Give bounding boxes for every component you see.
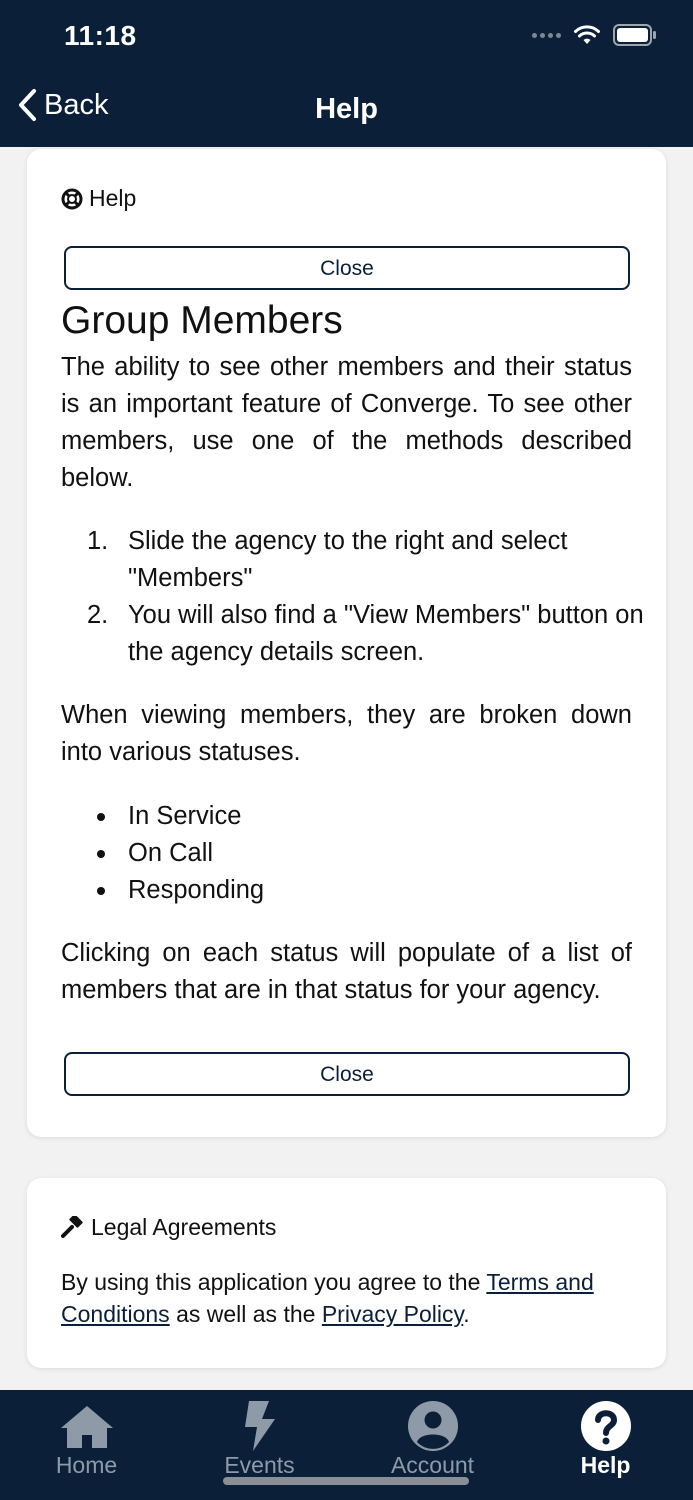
tab-account-label: Account bbox=[390, 1452, 475, 1478]
legal-text: By using this application you agree to t… bbox=[61, 1266, 641, 1330]
step-number: 2. bbox=[87, 601, 109, 629]
list-item: On Call bbox=[95, 835, 264, 872]
list-item: 2. You will also find a "View Members" b… bbox=[87, 597, 647, 671]
tab-help-label: Help bbox=[580, 1452, 631, 1478]
statuses-intro: When viewing members, they are broken do… bbox=[61, 701, 632, 766]
tab-help[interactable]: Help bbox=[519, 1390, 692, 1500]
privacy-link[interactable]: Privacy Policy bbox=[322, 1301, 463, 1327]
home-indicator bbox=[223, 1477, 469, 1485]
statuses-list: In Service On Call Responding bbox=[95, 798, 264, 909]
help-section-label: Help bbox=[89, 185, 137, 211]
step-text: You will also find a "View Members" butt… bbox=[128, 601, 644, 666]
question-circle-icon bbox=[519, 1400, 692, 1452]
page-title: Help bbox=[315, 93, 378, 125]
top-bar: 11:18 Back Help bbox=[0, 0, 693, 147]
battery-icon bbox=[613, 24, 656, 46]
legal-text-before: By using this application you agree to t… bbox=[61, 1269, 487, 1295]
legal-text-after: . bbox=[463, 1301, 470, 1327]
help-section-header: Help bbox=[61, 185, 136, 212]
status-time: 11:18 bbox=[64, 20, 137, 51]
close-button-top[interactable]: Close bbox=[64, 246, 630, 290]
status-icons bbox=[532, 24, 657, 46]
lightning-icon bbox=[173, 1400, 346, 1452]
signal-icon bbox=[532, 32, 561, 38]
help-intro: The ability to see other members and the… bbox=[61, 353, 632, 492]
help-outro: Clicking on each status will populate of… bbox=[61, 939, 632, 1004]
legal-section-header: Legal Agreements bbox=[61, 1214, 276, 1241]
tab-home-label: Home bbox=[55, 1452, 118, 1478]
list-item: Responding bbox=[95, 872, 264, 909]
wifi-icon bbox=[574, 25, 600, 44]
list-item: 1. Slide the agency to the right and sel… bbox=[87, 523, 647, 597]
help-card: Help Close Group Members The ability to … bbox=[27, 149, 666, 1137]
help-heading: Group Members bbox=[61, 299, 343, 342]
legal-text-middle: as well as the bbox=[169, 1301, 322, 1327]
steps-list: 1. Slide the agency to the right and sel… bbox=[87, 523, 647, 671]
tab-home[interactable]: Home bbox=[0, 1390, 173, 1500]
close-button-bottom[interactable]: Close bbox=[64, 1052, 630, 1096]
life-ring-icon bbox=[61, 188, 83, 209]
home-icon bbox=[0, 1400, 173, 1452]
list-item: In Service bbox=[95, 798, 264, 835]
step-number: 1. bbox=[87, 527, 109, 555]
gavel-icon bbox=[61, 1215, 83, 1238]
legal-card: Legal Agreements By using this applicati… bbox=[27, 1178, 666, 1368]
user-circle-icon bbox=[346, 1400, 519, 1452]
legal-section-label: Legal Agreements bbox=[91, 1214, 277, 1240]
tab-events-label: Events bbox=[224, 1452, 295, 1478]
step-text: Slide the agency to the right and select… bbox=[128, 527, 568, 592]
